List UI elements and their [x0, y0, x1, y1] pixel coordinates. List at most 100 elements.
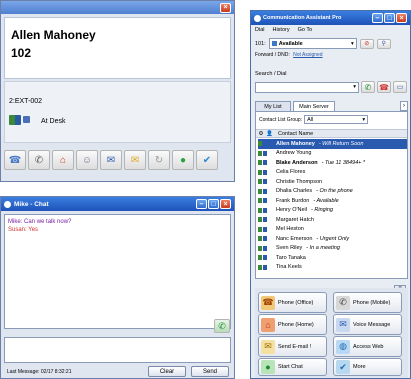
- email-icon[interactable]: ✉: [100, 150, 122, 170]
- forward-row: Forward / DND: Not Assigned: [255, 52, 323, 58]
- menu-bar: Dial History Go To: [251, 25, 410, 35]
- hangup-icon[interactable]: ☎: [377, 81, 391, 93]
- close-icon[interactable]: ×: [220, 2, 231, 13]
- close-icon[interactable]: ×: [396, 13, 407, 23]
- message-sender: Mike: [8, 219, 21, 225]
- contact-name: Taro Tanaka: [276, 254, 306, 261]
- contact-name: Christie Thompson: [276, 178, 323, 185]
- start-chat-button[interactable]: ● Start Chat: [258, 358, 327, 376]
- tab-arrow-icon[interactable]: ›: [400, 101, 408, 111]
- monitor-icon: [23, 116, 30, 123]
- tab-main-server[interactable]: Main Server: [293, 101, 335, 111]
- minimize-icon[interactable]: –: [196, 199, 207, 209]
- ext-label: 101:: [255, 40, 266, 47]
- phone-home-button[interactable]: ⌂ Phone (Home): [258, 314, 327, 335]
- list-item[interactable]: Allen Mahoney - Will Return Soon: [258, 139, 407, 149]
- phone-mobile-button[interactable]: ✆ Phone (Mobile): [333, 292, 402, 313]
- voice-message-button[interactable]: ✉ Voice Message: [333, 314, 402, 335]
- handset-icon[interactable]: ✆: [28, 150, 50, 170]
- house-icon: ⌂: [261, 317, 275, 332]
- contact-name: Margaret Hatch: [276, 216, 314, 223]
- list-item[interactable]: Blake Anderson - Tue 11 38494+ *: [258, 158, 407, 168]
- maximize-icon[interactable]: □: [208, 199, 219, 209]
- tab-bar: My List Main Server ›: [255, 101, 408, 111]
- assistant-title: Communication Assistant Pro: [263, 15, 342, 21]
- presence-icon: [258, 207, 268, 213]
- line-label: 2:EXT-002: [9, 98, 43, 105]
- check-icon[interactable]: ✔: [196, 150, 218, 170]
- dial-icon[interactable]: ✆: [361, 81, 375, 93]
- message-text: Yes: [28, 227, 39, 233]
- envelope-icon[interactable]: ✉: [124, 150, 146, 170]
- contact-detail-window: × Allen Mahoney 102 2:EXT-002 At Desk ☎ …: [0, 0, 235, 182]
- contact-status: - Tue 11 38494+ *: [321, 159, 366, 166]
- list-item[interactable]: Andrew Young: [258, 149, 407, 159]
- action-label: More: [353, 364, 366, 370]
- list-item[interactable]: Nanc Emerson - Urgent Only: [258, 234, 407, 244]
- column-header[interactable]: Contact Name: [278, 131, 313, 137]
- contact-name: Tina Keels: [276, 264, 302, 271]
- access-web-button[interactable]: ◍ Access Web: [333, 336, 402, 357]
- tab-my-list[interactable]: My List: [255, 101, 291, 111]
- presence-icon: [258, 217, 268, 223]
- sort-icon[interactable]: ⚙: [256, 131, 266, 137]
- message-text: Can we talk now?: [24, 219, 72, 225]
- list-item[interactable]: Mel Heston: [258, 225, 407, 235]
- refresh-icon[interactable]: ↻: [148, 150, 170, 170]
- voicemail-icon[interactable]: ⚲: [376, 38, 391, 49]
- availability-select[interactable]: Available ▾: [268, 38, 357, 49]
- phone-office-button[interactable]: ☎ Phone (Office): [258, 292, 327, 313]
- list-item[interactable]: Celia Flores: [258, 168, 407, 178]
- action-label: Send E-mail !: [278, 343, 312, 350]
- contact-detail-header: ×: [1, 1, 234, 14]
- contact-name: Allen Mahoney: [276, 140, 315, 147]
- list-item[interactable]: Henry O'Neil - Ringing: [258, 206, 407, 216]
- availability-icon: [271, 41, 277, 46]
- clear-button[interactable]: Clear: [148, 366, 186, 377]
- menu-history[interactable]: History: [272, 27, 289, 33]
- menu-dial[interactable]: Dial: [255, 27, 264, 33]
- contact-status: - On the phone: [316, 188, 353, 195]
- list-item[interactable]: Christie Thompson: [258, 177, 407, 187]
- send-button[interactable]: Send: [191, 366, 229, 377]
- contact-list-panel: Contact List Group: All ▾ ⚙ 👤 Contact Na…: [255, 111, 408, 279]
- keypad-icon[interactable]: ▭: [393, 81, 407, 93]
- assistant-window: Communication Assistant Pro – □ × Dial H…: [250, 10, 411, 379]
- list-item[interactable]: Frank Burdon - Available: [258, 196, 407, 206]
- check-icon: ✔: [336, 360, 350, 374]
- forward-label: Forward / DND:: [255, 52, 290, 58]
- contact-status: - Will Return Soon: [318, 140, 364, 147]
- person-icon[interactable]: ☺: [76, 150, 98, 170]
- dnd-icon[interactable]: ⊘: [359, 38, 374, 49]
- phone-icon[interactable]: ☎: [4, 150, 26, 170]
- chat-app-icon: [4, 200, 11, 208]
- list-item[interactable]: Sven Riley - In a meeting: [258, 244, 407, 254]
- list-item[interactable]: Margaret Hatch: [258, 215, 407, 225]
- house-icon[interactable]: ⌂: [52, 150, 74, 170]
- menu-goto[interactable]: Go To: [298, 27, 313, 33]
- list-item[interactable]: Tina Keels: [258, 263, 407, 273]
- chat-titlebar: Mike - Chat – □ ×: [1, 197, 234, 211]
- action-panel: ☎ Phone (Office) ✆ Phone (Mobile) ⌂ Phon…: [255, 288, 408, 378]
- more-button[interactable]: ✔ More: [333, 358, 402, 376]
- close-icon[interactable]: ×: [220, 199, 231, 209]
- chat-input[interactable]: [4, 337, 231, 363]
- search-input[interactable]: ▾: [255, 81, 359, 93]
- list-item[interactable]: Taro Tanaka: [258, 253, 407, 263]
- call-icon[interactable]: ✆: [214, 319, 230, 333]
- group-select[interactable]: All ▾: [304, 115, 369, 124]
- maximize-icon[interactable]: □: [384, 13, 395, 23]
- send-email-button[interactable]: ✉ Send E-mail !: [258, 336, 327, 357]
- presence-icon: [258, 150, 268, 156]
- contact-name: Andrew Young: [276, 150, 312, 157]
- chat-icon[interactable]: ●: [172, 150, 194, 170]
- chat-message: Mike: Can we talk now?: [8, 219, 72, 225]
- search-label: Search / Dial: [255, 71, 287, 77]
- list-item[interactable]: Dhalia Charles - On the phone: [258, 187, 407, 197]
- minimize-icon[interactable]: –: [372, 13, 383, 23]
- presence-icon: [9, 115, 21, 125]
- contact-name: Celia Flores: [276, 169, 306, 176]
- contact-name: Mel Heston: [276, 226, 304, 233]
- forward-value[interactable]: Not Assigned: [293, 52, 322, 58]
- action-label: Start Chat: [278, 364, 303, 370]
